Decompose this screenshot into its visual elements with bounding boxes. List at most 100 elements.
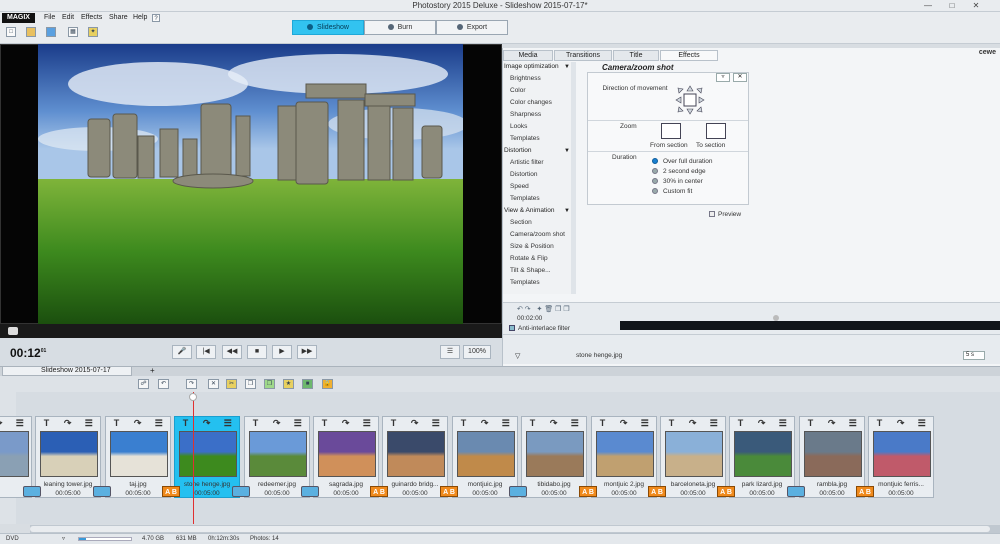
stop-button[interactable]: ■ bbox=[247, 345, 267, 359]
text-icon[interactable]: T bbox=[800, 418, 821, 429]
menu-icon[interactable]: ☰ bbox=[425, 418, 446, 429]
slide-thumbnail[interactable] bbox=[0, 431, 29, 477]
preview-scrubber[interactable] bbox=[0, 324, 502, 338]
duration-field[interactable]: 5 s bbox=[963, 351, 985, 360]
text-icon[interactable]: T bbox=[592, 418, 613, 429]
radio-full-duration[interactable] bbox=[652, 158, 658, 164]
scroll-thumb[interactable] bbox=[30, 526, 990, 532]
transition-icon[interactable] bbox=[787, 486, 805, 497]
menu-icon[interactable]: ☰ bbox=[842, 418, 863, 429]
rotate-icon[interactable]: ↷ bbox=[266, 418, 287, 429]
ab-transition-icon[interactable]: A B bbox=[440, 486, 458, 497]
rotate-icon[interactable]: ↷ bbox=[543, 418, 564, 429]
slide-thumbnail[interactable] bbox=[457, 431, 515, 477]
save-icon[interactable] bbox=[46, 27, 56, 37]
menu-file[interactable]: File bbox=[44, 14, 55, 21]
text-icon[interactable]: T bbox=[869, 418, 890, 429]
rotate-icon[interactable]: ↷ bbox=[751, 418, 772, 429]
slide-card[interactable]: T ↷ ☰ leaning tower.jpg 00:05:00 bbox=[35, 416, 101, 498]
category-image-optimization[interactable]: Image optimization bbox=[504, 63, 559, 70]
chevron-down-icon[interactable]: ▼ bbox=[564, 64, 570, 70]
to-start-button[interactable]: |◀ bbox=[196, 345, 216, 359]
transition-icon[interactable] bbox=[301, 486, 319, 497]
item-templates[interactable]: Templates bbox=[510, 135, 540, 142]
slide-thumbnail[interactable] bbox=[665, 431, 723, 477]
item-templates[interactable]: Templates bbox=[510, 279, 540, 286]
chevron-down-icon[interactable]: ▼ bbox=[564, 148, 570, 154]
ab-transition-icon[interactable]: A B bbox=[717, 486, 735, 497]
menu-icon[interactable]: ☰ bbox=[356, 418, 377, 429]
radio-2-second-edge[interactable] bbox=[652, 168, 658, 174]
text-icon[interactable]: T bbox=[383, 418, 404, 429]
item-camera-zoom[interactable]: Camera/zoom shot bbox=[510, 231, 565, 238]
insert-icon[interactable]: ■ bbox=[302, 379, 313, 389]
category-scrollbar[interactable] bbox=[571, 62, 576, 294]
preview-checkbox[interactable] bbox=[709, 211, 715, 217]
slide-thumbnail[interactable] bbox=[734, 431, 792, 477]
rotate-icon[interactable]: ↷ bbox=[57, 418, 78, 429]
option-custom-fit[interactable]: Custom fit bbox=[663, 188, 692, 195]
item-artistic-filter[interactable]: Artistic filter bbox=[510, 159, 544, 166]
text-icon[interactable]: T bbox=[453, 418, 474, 429]
text-icon[interactable]: T bbox=[106, 418, 127, 429]
rotate-icon[interactable]: ↷ bbox=[127, 418, 148, 429]
text-icon[interactable]: T bbox=[245, 418, 266, 429]
tab-title[interactable]: Title bbox=[613, 50, 659, 61]
from-section-thumb[interactable] bbox=[661, 123, 681, 139]
menu-icon[interactable]: ☰ bbox=[634, 418, 655, 429]
text-icon[interactable]: T bbox=[314, 418, 335, 429]
copy-icon[interactable]: ❐ bbox=[245, 379, 256, 389]
ab-transition-icon[interactable]: A B bbox=[162, 486, 180, 497]
slide-thumbnail[interactable] bbox=[179, 431, 237, 477]
ab-transition-icon[interactable]: A B bbox=[856, 486, 874, 497]
open-folder-icon[interactable] bbox=[26, 27, 36, 37]
add-tab-icon[interactable]: + bbox=[150, 366, 155, 375]
text-icon[interactable]: T bbox=[36, 418, 57, 429]
option-2-second-edge[interactable]: 2 second edge bbox=[663, 168, 706, 175]
item-templates[interactable]: Templates bbox=[510, 195, 540, 202]
tab-burn[interactable]: Burn bbox=[364, 20, 436, 35]
timeline-tab[interactable]: Slideshow 2015-07-17 bbox=[2, 366, 132, 376]
tab-slideshow[interactable]: Slideshow bbox=[292, 20, 364, 35]
ab-transition-icon[interactable]: A B bbox=[579, 486, 597, 497]
rotate-icon[interactable]: ↷ bbox=[682, 418, 703, 429]
rotate-icon[interactable]: ↷ bbox=[821, 418, 842, 429]
item-sharpness[interactable]: Sharpness bbox=[510, 111, 541, 118]
track-marker[interactable] bbox=[773, 315, 779, 321]
chevron-down-icon[interactable]: ▼ bbox=[564, 208, 570, 214]
item-tilt-shape[interactable]: Tilt & Shape... bbox=[510, 267, 551, 274]
maximize-button[interactable]: □ bbox=[940, 0, 964, 11]
slide-thumbnail[interactable] bbox=[249, 431, 307, 477]
transition-icon[interactable] bbox=[509, 486, 527, 497]
text-icon[interactable]: T bbox=[661, 418, 682, 429]
ab-transition-icon[interactable]: A B bbox=[648, 486, 666, 497]
minimize-button[interactable]: — bbox=[916, 0, 940, 11]
slide-thumbnail[interactable] bbox=[526, 431, 584, 477]
category-distortion[interactable]: Distortion bbox=[504, 147, 531, 154]
menu-icon[interactable]: ☰ bbox=[217, 418, 238, 429]
import-icon[interactable]: ▦ bbox=[68, 27, 78, 37]
new-file-icon[interactable]: □ bbox=[6, 27, 16, 37]
rotate-icon[interactable]: ↷ bbox=[890, 418, 911, 429]
fast-forward-button[interactable]: ▶▶ bbox=[297, 345, 317, 359]
effects-star-icon[interactable]: ★ bbox=[283, 379, 294, 389]
slide-thumbnail[interactable] bbox=[596, 431, 654, 477]
text-icon[interactable]: T bbox=[522, 418, 543, 429]
rotate-icon[interactable]: ↷ bbox=[613, 418, 634, 429]
item-distortion[interactable]: Distortion bbox=[510, 171, 537, 178]
paste-icon[interactable]: ❐ bbox=[264, 379, 275, 389]
playhead[interactable] bbox=[193, 392, 194, 524]
slide-card[interactable]: T ↷ ☰ guinardo bridg... 00:05:00 bbox=[382, 416, 448, 498]
rotate-icon[interactable]: ↷ bbox=[0, 418, 9, 429]
option-full-duration[interactable]: Over full duration bbox=[663, 158, 713, 165]
item-color-changes[interactable]: Color changes bbox=[510, 99, 552, 106]
slide-thumbnail[interactable] bbox=[873, 431, 931, 477]
undo-icon[interactable]: ↶ bbox=[158, 379, 169, 389]
link-icon[interactable]: ☍ bbox=[138, 379, 149, 389]
display-menu-button[interactable]: ☰ bbox=[440, 345, 460, 359]
cut-icon[interactable]: ✂ bbox=[226, 379, 237, 389]
slide-thumbnail[interactable] bbox=[110, 431, 168, 477]
magic-wizard-icon[interactable]: ✦ bbox=[88, 27, 98, 37]
tab-transitions[interactable]: Transitions bbox=[554, 50, 612, 61]
slide-thumbnail[interactable] bbox=[804, 431, 862, 477]
